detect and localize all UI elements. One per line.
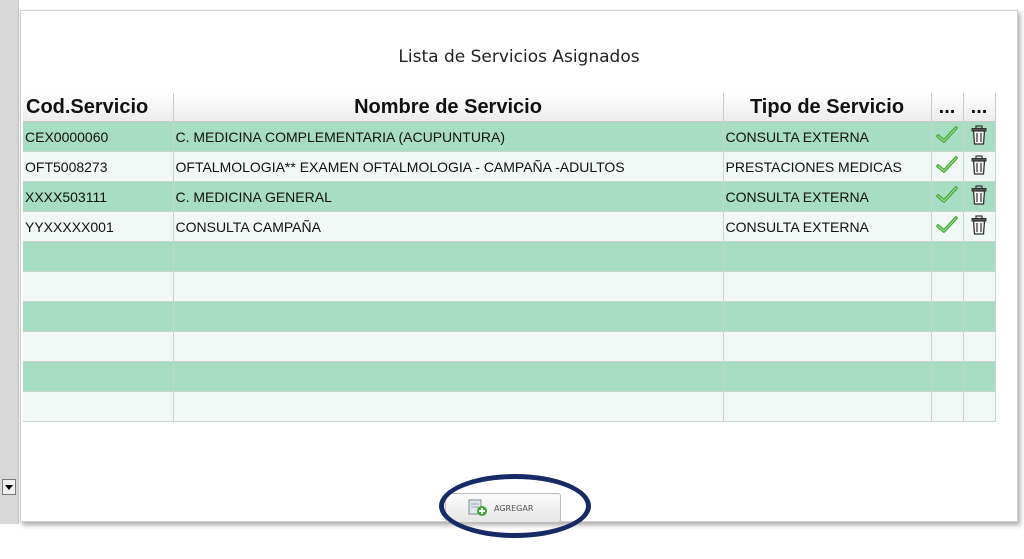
cell-nombre-servicio: OFTALMOLOGIA** EXAMEN OFTALMOLOGIA - CAM… — [173, 151, 724, 182]
empty-cell — [931, 271, 964, 302]
empty-cell — [23, 271, 174, 302]
select-cell — [931, 151, 964, 182]
cell-cod-servicio: YYXXXXX001 — [23, 211, 174, 242]
select-cell — [931, 181, 964, 212]
empty-table-row — [23, 331, 996, 362]
empty-cell — [173, 241, 724, 272]
empty-cell — [931, 241, 964, 272]
empty-cell — [723, 301, 932, 332]
services-panel: Lista de Servicios Asignados Cod.Servici… — [20, 10, 1018, 538]
cell-tipo-servicio: PRESTACIONES MEDICAS — [723, 151, 932, 182]
empty-table-row — [23, 301, 996, 332]
panel-title: Lista de Servicios Asignados — [398, 47, 640, 67]
select-cell — [931, 211, 964, 242]
left-scrollbar[interactable] — [0, 0, 19, 524]
empty-cell — [173, 391, 724, 422]
empty-cell — [23, 301, 174, 332]
empty-cell — [963, 241, 996, 272]
empty-cell — [931, 391, 964, 422]
empty-cell — [23, 331, 174, 362]
header-action-1: ... — [931, 93, 964, 122]
trash-icon[interactable] — [971, 155, 987, 178]
empty-cell — [23, 241, 174, 272]
empty-cell — [173, 271, 724, 302]
empty-cell — [723, 331, 932, 362]
check-icon[interactable] — [936, 156, 958, 177]
empty-cell — [963, 361, 996, 392]
delete-cell — [963, 121, 996, 152]
cell-tipo-servicio: CONSULTA EXTERNA — [723, 211, 932, 242]
check-icon[interactable] — [936, 186, 958, 207]
cell-tipo-servicio: CONSULTA EXTERNA — [723, 121, 932, 152]
empty-cell — [723, 241, 932, 272]
empty-cell — [931, 331, 964, 362]
table-header-row: Cod.Servicio Nombre de Servicio Tipo de … — [23, 93, 996, 122]
cell-cod-servicio: OFT5008273 — [23, 151, 174, 182]
empty-cell — [173, 361, 724, 392]
empty-cell — [963, 391, 996, 422]
check-icon[interactable] — [936, 216, 958, 237]
delete-cell — [963, 211, 996, 242]
trash-icon[interactable] — [971, 185, 987, 208]
trash-icon[interactable] — [971, 215, 987, 238]
empty-cell — [931, 361, 964, 392]
screen: Lista de Servicios Asignados Cod.Servici… — [0, 0, 1024, 559]
add-button-label: AGREGAR — [494, 503, 534, 513]
empty-cell — [963, 301, 996, 332]
header-cod-servicio[interactable]: Cod.Servicio — [23, 93, 174, 122]
delete-cell — [963, 151, 996, 182]
add-document-icon — [468, 499, 487, 516]
services-table: Cod.Servicio Nombre de Servicio Tipo de … — [23, 93, 996, 422]
cell-nombre-servicio: C. MEDICINA COMPLEMENTARIA (ACUPUNTURA) — [173, 121, 724, 152]
empty-table-row — [23, 271, 996, 302]
empty-table-row — [23, 391, 996, 422]
cell-nombre-servicio: CONSULTA CAMPAÑA — [173, 211, 724, 242]
empty-table-row — [23, 241, 996, 272]
trash-icon[interactable] — [971, 125, 987, 148]
header-nombre-servicio[interactable]: Nombre de Servicio — [173, 93, 724, 122]
table-row[interactable]: XXXX503111 C. MEDICINA GENERAL CONSULTA EX… — [23, 181, 996, 212]
empty-cell — [23, 391, 174, 422]
table-row[interactable]: YYXXXXX001 CONSULTA CAMPAÑA CONSULTA EXTER… — [23, 211, 996, 242]
table-row[interactable]: OFT5008273 OFTALMOLOGIA** EXAMEN OFTALMOL… — [23, 151, 996, 182]
empty-cell — [723, 271, 932, 302]
empty-cell — [963, 331, 996, 362]
select-cell — [931, 121, 964, 152]
empty-cell — [173, 301, 724, 332]
empty-cell — [931, 301, 964, 332]
empty-cell — [723, 361, 932, 392]
empty-cell — [23, 361, 174, 392]
cell-tipo-servicio: CONSULTA EXTERNA — [723, 181, 932, 212]
empty-cell — [963, 271, 996, 302]
empty-table-row — [23, 361, 996, 392]
cell-cod-servicio: CEX0000060 — [23, 121, 174, 152]
empty-cell — [173, 331, 724, 362]
scroll-down-arrow-icon[interactable] — [2, 479, 16, 495]
delete-cell — [963, 181, 996, 212]
cell-nombre-servicio: C. MEDICINA GENERAL — [173, 181, 724, 212]
empty-cell — [723, 391, 932, 422]
header-action-2: ... — [963, 93, 996, 122]
check-icon[interactable] — [936, 126, 958, 147]
table-row[interactable]: CEX0000060 C. MEDICINA COMPLEMENTARIA (AC… — [23, 121, 996, 152]
header-tipo-servicio[interactable]: Tipo de Servicio — [723, 93, 932, 122]
add-button[interactable]: AGREGAR — [445, 493, 561, 523]
cell-cod-servicio: XXXX503111 — [23, 181, 174, 212]
